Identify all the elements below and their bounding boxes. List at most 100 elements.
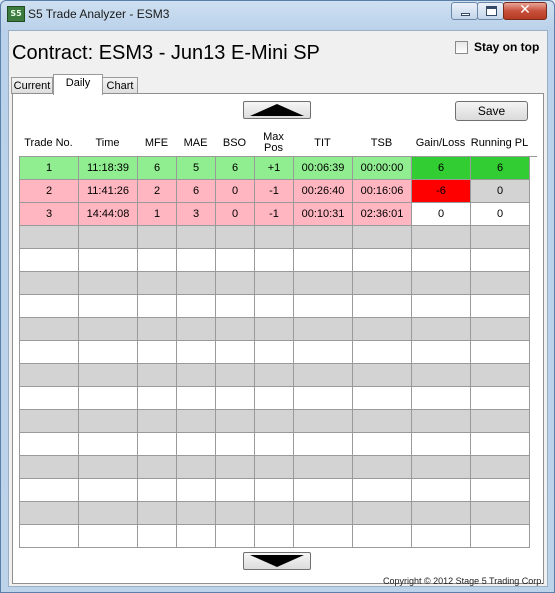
tab-daily[interactable]: Daily [53, 74, 103, 95]
table-cell: 00:10:31 [294, 203, 353, 226]
table-cell [216, 226, 255, 249]
title-bar[interactable]: S5 S5 Trade Analyzer - ESM3 ✕ [1, 1, 554, 27]
table-row[interactable]: 2 11:41:26 2 6 0 -1 00:26:40 00:16:06 -6 0 [20, 180, 537, 203]
table-cell [294, 272, 353, 295]
table-cell [138, 525, 177, 548]
table-cell [216, 479, 255, 502]
stay-on-top-checkbox[interactable] [455, 40, 468, 54]
table-cell [255, 525, 294, 548]
table-cell [79, 226, 138, 249]
empty-table-row [20, 479, 537, 502]
table-cell [79, 479, 138, 502]
table-cell: 2 [20, 180, 79, 203]
table-cell [255, 364, 294, 387]
daily-panel: Save Trade No. Time MFE MAE BSO Max Pos TIT TSB… [12, 93, 544, 584]
table-cell [294, 295, 353, 318]
scroll-down-button[interactable] [243, 552, 311, 570]
table-cell [20, 341, 79, 364]
table-cell [20, 410, 79, 433]
table-cell [294, 410, 353, 433]
table-cell [216, 295, 255, 318]
table-cell [353, 502, 412, 525]
table-cell [255, 387, 294, 410]
table-cell [79, 318, 138, 341]
window-title: S5 Trade Analyzer - ESM3 [28, 7, 170, 21]
tab-current[interactable]: Current [11, 77, 53, 94]
table-row[interactable]: 3 14:44:08 1 3 0 -1 00:10:31 02:36:01 0 0 [20, 203, 537, 226]
table-cell [177, 226, 216, 249]
table-cell [79, 295, 138, 318]
table-cell: 6 [138, 157, 177, 180]
table-cell: 0 [216, 203, 255, 226]
table-cell [79, 433, 138, 456]
table-cell [177, 387, 216, 410]
save-button[interactable]: Save [455, 101, 528, 121]
empty-table-row [20, 249, 537, 272]
table-cell [255, 249, 294, 272]
table-cell [216, 525, 255, 548]
table-row[interactable]: 1 11:18:39 6 5 6 +1 00:06:39 00:00:00 6 6 [20, 157, 537, 180]
table-cell [471, 249, 530, 272]
table-cell [20, 318, 79, 341]
table-cell [79, 410, 138, 433]
table-cell [138, 502, 177, 525]
table-cell [255, 410, 294, 433]
table-cell [294, 318, 353, 341]
table-cell [20, 387, 79, 410]
table-cell [177, 433, 216, 456]
grid-header: Trade No. Time MFE MAE BSO Max Pos TIT TSB Gain/… [19, 131, 535, 155]
table-cell [471, 295, 530, 318]
table-cell: 0 [216, 180, 255, 203]
tab-chart[interactable]: Chart [102, 77, 138, 94]
table-cell [177, 525, 216, 548]
table-cell [138, 456, 177, 479]
table-cell: +1 [255, 157, 294, 180]
table-cell [412, 272, 471, 295]
table-cell [412, 433, 471, 456]
stay-on-top-label: Stay on top [474, 40, 540, 54]
table-cell [471, 456, 530, 479]
column-header: Gain/Loss [415, 136, 466, 149]
table-cell [177, 249, 216, 272]
table-cell: 1 [20, 157, 79, 180]
table-cell [353, 479, 412, 502]
table-cell [255, 295, 294, 318]
table-cell [353, 341, 412, 364]
table-cell [20, 364, 79, 387]
table-cell [216, 318, 255, 341]
triangle-down-icon [250, 555, 304, 567]
table-cell [138, 295, 177, 318]
stay-on-top-toggle[interactable]: Stay on top [455, 40, 539, 54]
table-cell [471, 272, 530, 295]
copyright-text: Copyright © 2012 Stage 5 Trading Corp. [383, 576, 544, 586]
column-header: BSO [222, 136, 247, 149]
table-cell: 6 [177, 180, 216, 203]
table-cell [353, 364, 412, 387]
table-cell [20, 479, 79, 502]
empty-table-row [20, 364, 537, 387]
scroll-up-button[interactable] [243, 101, 311, 119]
maximize-button[interactable] [477, 2, 504, 20]
close-button[interactable]: ✕ [503, 2, 547, 20]
table-cell [177, 341, 216, 364]
table-cell: 6 [216, 157, 255, 180]
table-cell [177, 295, 216, 318]
minimize-button[interactable] [451, 2, 478, 20]
table-cell [216, 341, 255, 364]
table-cell [294, 341, 353, 364]
table-cell [79, 272, 138, 295]
table-cell [412, 341, 471, 364]
table-cell [412, 295, 471, 318]
table-cell [255, 318, 294, 341]
table-cell [20, 295, 79, 318]
table-cell: 00:26:40 [294, 180, 353, 203]
column-header: MFE [144, 136, 169, 149]
table-cell [471, 525, 530, 548]
table-cell: 6 [412, 157, 471, 180]
column-header: Time [95, 136, 120, 149]
table-cell: 3 [20, 203, 79, 226]
column-header: Max Pos [263, 131, 284, 154]
table-cell [412, 249, 471, 272]
client-area: Contract: ESM3 - Jun13 E-Mini SP Stay on… [8, 30, 548, 587]
table-cell [471, 226, 530, 249]
